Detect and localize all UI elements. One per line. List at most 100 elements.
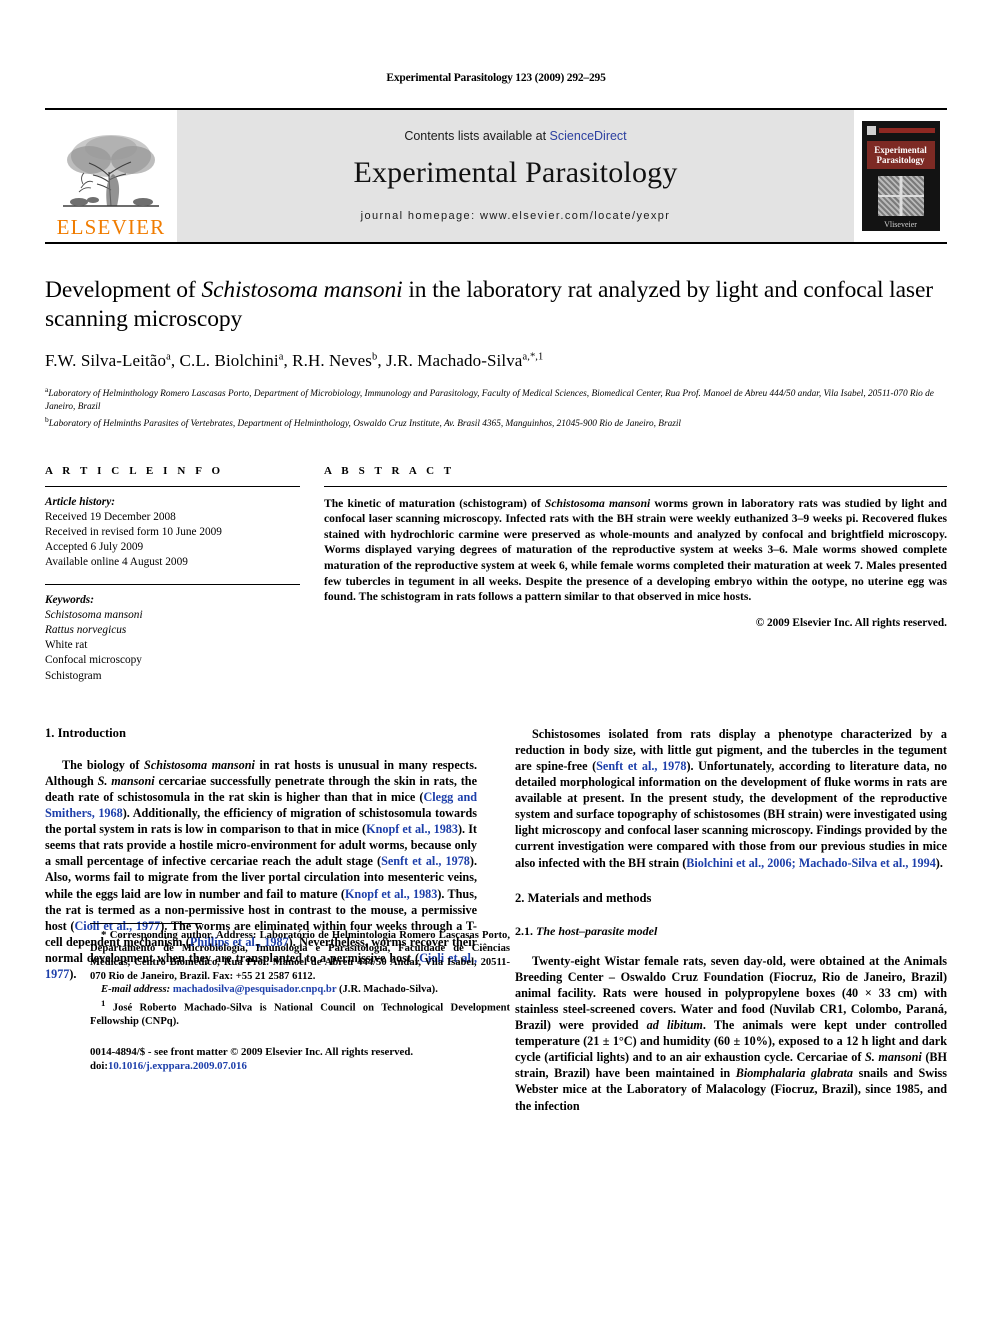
species-italic: Schistosoma mansoni — [144, 757, 255, 772]
subsection-heading-host-parasite: 2.1. The host–parasite model — [515, 924, 947, 939]
author-3-affil-marker[interactable]: b — [372, 351, 377, 362]
text-seg: ). — [69, 967, 77, 982]
footnote-corresponding-author: * Corresponding author. Address: Laborat… — [90, 929, 510, 983]
body-column-right: Schistosomes isolated from rats display … — [515, 726, 947, 1114]
body-columns: 1. Introduction The biology of Schistoso… — [45, 726, 947, 1114]
section-heading-materials-methods: 2. Materials and methods — [515, 890, 652, 905]
contents-lists-line: Contents lists available at ScienceDirec… — [404, 129, 626, 143]
title-species-italic: Schistosoma mansoni — [201, 277, 403, 303]
text-seg: ). — [935, 855, 943, 870]
article-info-heading: A R T I C L E I N F O — [45, 464, 224, 477]
footnote-divider — [90, 922, 202, 924]
article-history: Article history: Received 19 December 20… — [45, 495, 300, 571]
paragraph-methods-1: Twenty-eight Wistar female rats, seven d… — [515, 953, 947, 1114]
citation-link[interactable]: Senft et al., 1978 — [381, 854, 470, 868]
elsevier-logo: ELSEVIER — [45, 110, 177, 242]
keyword-item: Confocal microscopy — [45, 654, 142, 667]
keywords-list: Keywords: Schistosoma mansoni Rattus nor… — [45, 593, 300, 684]
cover-badge-icon — [866, 126, 876, 135]
cover-publisher-text: Vliseveier — [884, 220, 917, 229]
cover-title-band: Experimental Parasitology — [866, 141, 935, 169]
sciencedirect-link[interactable]: ScienceDirect — [550, 129, 627, 143]
footnote-email: E-mail address: machadosilva@pesquisador… — [90, 983, 510, 997]
history-item: Available online 4 August 2009 — [45, 556, 188, 569]
title-block: Development of Schistosoma mansoni in th… — [45, 276, 947, 431]
doi-line: doi:10.1016/j.exppara.2009.07.016 — [90, 1060, 510, 1074]
author-list: F.W. Silva-Leitãoa, C.L. Biolchinia, R.H… — [45, 351, 544, 370]
footnotes-region: * Corresponding author. Address: Laborat… — [90, 922, 510, 1074]
cover-title-line2: Parasitology — [876, 155, 925, 165]
citation-link[interactable]: Knopf et al., 1983 — [345, 887, 437, 901]
species-italic: S. mansoni — [864, 1050, 922, 1065]
article-info-rule-top — [45, 485, 300, 487]
running-head: Experimental Parasitology 123 (2009) 292… — [386, 72, 606, 84]
subsection-title: The host–parasite model — [536, 923, 658, 938]
cover-title-line1: Experimental — [874, 145, 927, 155]
keywords-rule — [45, 583, 300, 585]
citation-link[interactable]: Biolchini et al., 2006; Machado-Silva et… — [686, 856, 936, 870]
keyword-item: White rat — [45, 639, 88, 652]
history-item: Received 19 December 2008 — [45, 510, 176, 523]
paragraph-intro-2: Schistosomes isolated from rats display … — [515, 726, 947, 871]
corresponding-author-text: Corresponding author. Address: Laboratór… — [90, 929, 510, 982]
citation-link[interactable]: Senft et al., 1978 — [596, 759, 686, 773]
abstract-column: A B S T R A C T The kinetic of maturatio… — [324, 465, 947, 684]
email-attribution: (J.R. Machado-Silva). — [336, 984, 438, 996]
cover-publisher: Vliseveier — [867, 220, 935, 229]
elsevier-wordmark: ELSEVIER — [56, 215, 166, 239]
author-1: F.W. Silva-Leitão — [45, 351, 167, 370]
affiliation-b-text: Laboratory of Helminths Parasites of Ver… — [48, 418, 682, 429]
abstract-seg-2: worms grown in laboratory rats was studi… — [324, 496, 947, 604]
keywords-block: Keywords: Schistosoma mansoni Rattus nor… — [45, 583, 300, 684]
info-abstract-region: A R T I C L E I N F O Article history: R… — [45, 465, 947, 684]
author-3: R.H. Neves — [292, 351, 373, 370]
title-part-1: Development of — [45, 277, 202, 303]
article-page: Experimental Parasitology 123 (2009) 292… — [0, 0, 992, 1323]
journal-banner: Contents lists available at ScienceDirec… — [177, 110, 854, 242]
abstract-species-italic: Schistosoma mansoni — [544, 496, 651, 510]
text-seg: ). Unfortunately, according to literatur… — [515, 759, 947, 870]
elsevier-tree-icon — [59, 130, 163, 216]
journal-masthead: ELSEVIER Contents lists available at Sci… — [45, 108, 947, 244]
abstract-seg-1: The kinetic of maturation (schistogram) … — [324, 496, 545, 510]
abstract-heading: A B S T R A C T — [324, 464, 455, 477]
author-1-affil-marker[interactable]: a — [166, 351, 171, 362]
email-label: E-mail address: — [101, 984, 171, 996]
cover-accent-bar — [878, 128, 935, 133]
article-history-label: Article history: — [45, 495, 115, 508]
keywords-label: Keywords: — [45, 593, 94, 606]
citation-link[interactable]: Knopf et al., 1983 — [366, 822, 458, 836]
doi-link[interactable]: 10.1016/j.exppara.2009.07.016 — [108, 1060, 247, 1072]
cover-art: Experimental Parasitology Vliseveier — [861, 121, 940, 231]
footnote-fellowship: 1 José Roberto Machado-Silva is National… — [90, 997, 510, 1029]
journal-title: Experimental Parasitology — [353, 156, 678, 189]
doi-label: doi: — [90, 1060, 108, 1072]
page-title: Development of Schistosoma mansoni in th… — [45, 276, 947, 334]
author-2: C.L. Biolchini — [179, 351, 279, 370]
abstract-text: The kinetic of maturation (schistogram) … — [324, 496, 947, 605]
copyright-line: © 2009 Elsevier Inc. All rights reserved… — [755, 616, 947, 629]
keyword-item: Rattus norvegicus — [45, 624, 127, 636]
contents-lists-prefix: Contents lists available at — [404, 129, 550, 143]
text-seg: The biology of — [62, 757, 145, 772]
affiliation-b: bLaboratory of Helminths Parasites of Ve… — [45, 414, 947, 431]
keyword-item: Schistosoma mansoni — [45, 608, 143, 621]
author-4: J.R. Machado-Silva — [386, 351, 523, 370]
email-link[interactable]: machadosilva@pesquisador.cnpq.br — [173, 984, 337, 995]
journal-cover-thumbnail[interactable]: Experimental Parasitology Vliseveier — [854, 110, 947, 242]
imprint-block: 0014-4894/$ - see front matter © 2009 El… — [90, 1046, 510, 1073]
latin-italic: ad libitum — [646, 1018, 703, 1033]
cover-topbar — [866, 126, 935, 135]
author-4-affil-marker[interactable]: a,*,1 — [522, 351, 543, 362]
issn-line: 0014-4894/$ - see front matter © 2009 El… — [90, 1046, 414, 1059]
affiliation-a: aLaboratory of Helminthology Romero Lasc… — [45, 384, 947, 414]
fellowship-text: José Roberto Machado-Silva is National C… — [90, 1002, 510, 1027]
species-italic: S. mansoni — [97, 773, 155, 788]
article-info-column: A R T I C L E I N F O Article history: R… — [45, 465, 300, 684]
section-heading-introduction: 1. Introduction — [45, 725, 126, 740]
journal-homepage-link[interactable]: journal homepage: www.elsevier.com/locat… — [361, 210, 671, 222]
affiliation-a-text: Laboratory of Helminthology Romero Lasca… — [45, 389, 934, 412]
author-2-affil-marker[interactable]: a — [279, 351, 284, 362]
species-italic: Biomphalaria glabrata — [735, 1066, 854, 1081]
cover-micrograph-image — [877, 176, 924, 216]
